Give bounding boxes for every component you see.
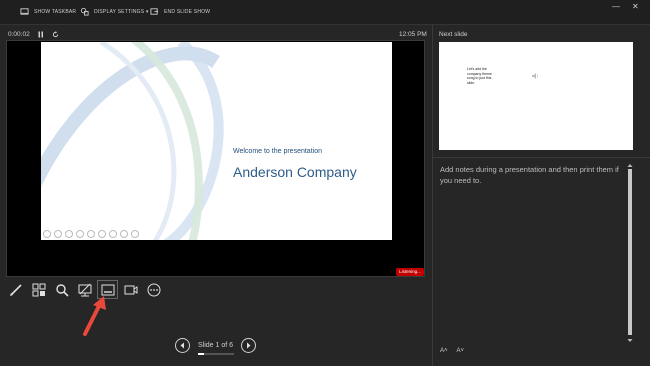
end-show-icon (150, 8, 159, 15)
scroll-down-icon[interactable] (627, 338, 633, 343)
next-icon (247, 342, 251, 349)
taskbar-icon (20, 8, 29, 15)
see-all-slides-button[interactable] (29, 281, 48, 298)
notes-separator (433, 157, 650, 158)
slide-swoosh-graphic (41, 42, 224, 240)
current-slide[interactable]: Welcome to the presentation Anderson Com… (41, 42, 392, 240)
listening-badge: Listening... (396, 268, 424, 276)
pen-tool-button[interactable] (6, 281, 25, 298)
zoom-overlay-icon[interactable] (87, 230, 95, 238)
pen-icon (9, 283, 22, 296)
annotation-arrow-icon (83, 296, 106, 336)
pen-overlay-icon[interactable] (65, 230, 73, 238)
decrease-font-button[interactable]: A˅ (457, 348, 465, 354)
next-slide-button[interactable] (241, 338, 257, 353)
grid-icon (32, 283, 45, 296)
screen-overlay-icon[interactable] (98, 230, 106, 238)
more-overlay-icon[interactable] (131, 230, 139, 238)
camera-overlay-icon[interactable] (120, 230, 128, 238)
slide-subtitle: Welcome to the presentation (233, 148, 322, 155)
next-slide-text: Let's add the company theme song to just… (467, 67, 492, 85)
display-settings-label: DISPLAY SETTINGS ▾ (94, 8, 149, 15)
notes-font-controls: A˄ A˅ (440, 348, 464, 354)
more-icon (147, 283, 160, 296)
camera-icon (124, 285, 137, 294)
magnifier-icon (55, 283, 69, 297)
restart-timer-icon[interactable] (52, 31, 59, 38)
more-options-button[interactable] (144, 281, 163, 298)
elapsed-timer: 0:00:02 (8, 31, 30, 38)
slide-title: Anderson Company (233, 164, 357, 180)
scroll-up-icon[interactable] (627, 163, 633, 168)
grid-overlay-icon[interactable] (76, 230, 84, 238)
close-button[interactable]: ✕ (632, 2, 639, 11)
minimize-button[interactable]: — (612, 2, 620, 11)
clock: 12:05 PM (399, 31, 427, 38)
subtitles-icon (101, 284, 114, 295)
presenter-toolbar: SHOW TASKBAR DISPLAY SETTINGS ▾ END SLID… (0, 0, 650, 25)
end-slide-show-label: END SLIDE SHOW (164, 8, 211, 15)
increase-font-button[interactable]: A˄ (440, 348, 448, 354)
slide-navigation: Slide 1 of 6 (175, 338, 257, 355)
zoom-button[interactable] (52, 281, 71, 298)
display-settings-icon (80, 7, 89, 16)
scrollbar-thumb[interactable] (628, 169, 632, 335)
show-taskbar-button[interactable]: SHOW TASKBAR (20, 7, 76, 16)
timer-bar: 0:00:02 (8, 31, 59, 38)
next-slide-label: Next slide (439, 31, 468, 38)
next-slide-preview: Let's add the company theme song to just… (439, 42, 633, 150)
camera-button[interactable] (121, 281, 140, 298)
slide-overlay-tools (43, 230, 139, 238)
subtitles-overlay-icon[interactable] (109, 230, 117, 238)
slide-counter-label: Slide 1 of 6 (198, 342, 234, 349)
slide-counter: Slide 1 of 6 (198, 342, 234, 355)
pane-divider[interactable] (432, 24, 433, 366)
end-slide-show-button[interactable]: END SLIDE SHOW (150, 7, 210, 16)
next-overlay-icon[interactable] (54, 230, 62, 238)
pause-icon[interactable] (38, 31, 44, 38)
show-taskbar-label: SHOW TASKBAR (34, 8, 77, 15)
previous-slide-button[interactable] (175, 338, 190, 353)
speaker-notes[interactable]: Add notes during a presentation and then… (440, 164, 625, 186)
notes-scrollbar[interactable] (627, 163, 633, 343)
slide-progress-bar (198, 353, 234, 355)
prev-overlay-icon[interactable] (43, 230, 51, 238)
previous-icon (180, 342, 184, 349)
screen-off-icon (78, 283, 91, 296)
speaker-icon (532, 73, 539, 79)
display-settings-button[interactable]: DISPLAY SETTINGS ▾ (80, 7, 149, 16)
